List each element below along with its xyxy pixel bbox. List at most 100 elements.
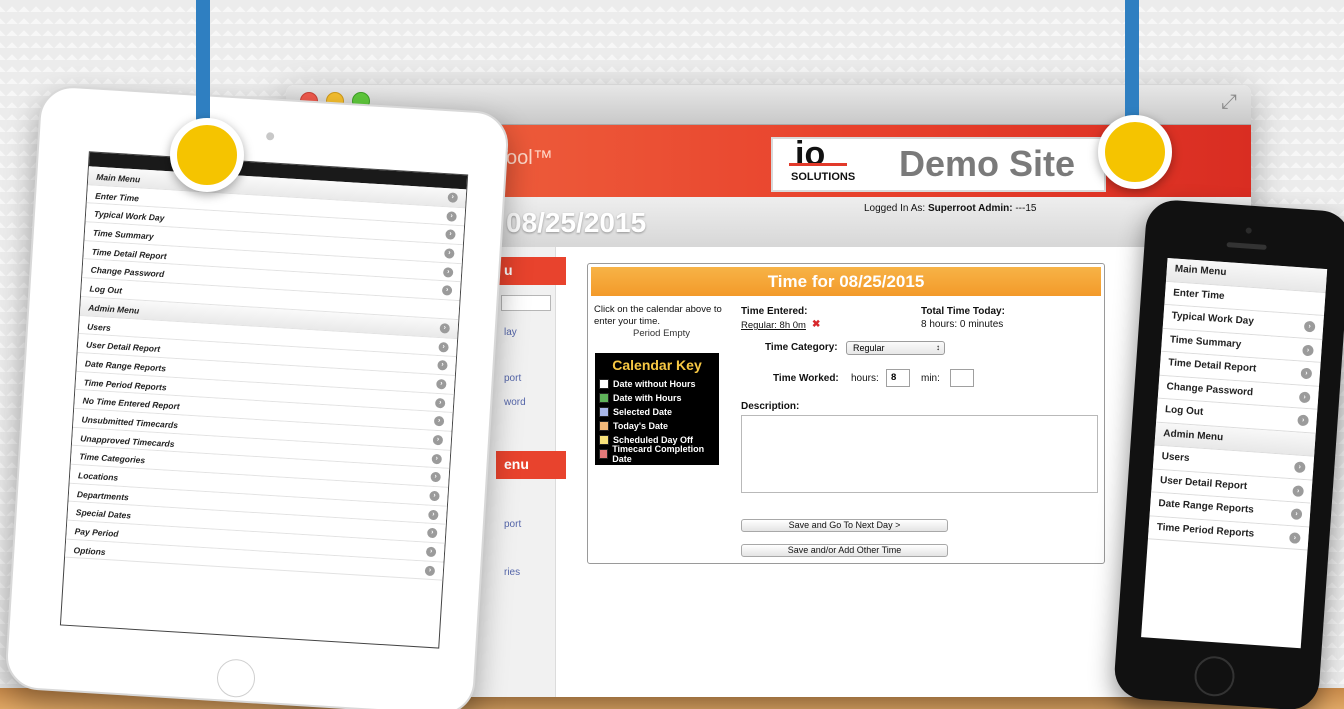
hours-input[interactable]: 8 (886, 369, 910, 387)
calendar-key-title: Calendar Key (612, 357, 702, 373)
date-heading: 08/25/2015 (506, 207, 647, 238)
menu-item-label: Main Menu (96, 171, 141, 185)
chevron-right-icon: › (429, 490, 440, 502)
menu-item-label: Log Out (89, 283, 123, 296)
time-entry-panel: Time for 08/25/2015 Click on the calenda… (587, 263, 1105, 564)
chevron-right-icon: › (1300, 367, 1313, 380)
sidebar-admin-menu-header[interactable]: enu (496, 451, 566, 479)
sidebar-link[interactable]: lay (504, 327, 517, 338)
phone-speaker (1226, 242, 1267, 250)
logged-in-user: Superroot Admin: (927, 203, 1013, 214)
callout-dot-left (170, 118, 244, 192)
menu-item-label: Change Password (90, 265, 165, 280)
time-entry-link[interactable]: Regular: 8h 0m (741, 320, 806, 331)
chevron-right-icon: › (428, 509, 439, 520)
menu-item-label: Date Range Reports (84, 358, 167, 374)
logo-mark: io (795, 135, 826, 173)
menu-item-label: User Detail Report (85, 339, 161, 355)
chevron-right-icon: › (1302, 344, 1314, 356)
chevron-right-icon: › (431, 453, 443, 465)
chevron-right-icon: › (447, 192, 459, 203)
logo-wordmark: SOLUTIONS (791, 171, 856, 183)
key-label: Selected Date (613, 407, 673, 417)
phone-menu-list: Main Menu Enter Time Typical Work Day › Time… (1141, 257, 1328, 649)
menu-item-label: Time Categories (78, 451, 146, 466)
chevron-right-icon: › (1289, 531, 1301, 544)
chevron-right-icon: › (1303, 320, 1316, 333)
chevron-right-icon: › (446, 210, 457, 222)
chevron-right-icon: › (439, 322, 451, 334)
total-time-value: 8 hours: 0 minutes (921, 319, 1004, 330)
sidebar-link[interactable]: port (504, 373, 521, 384)
calendar-key-item: Date without Hours (599, 377, 715, 391)
tablet-home-button[interactable] (215, 658, 257, 699)
sidebar-link[interactable]: port (504, 519, 521, 530)
chevron-right-icon: › (438, 341, 449, 353)
sidebar-link[interactable]: ries (504, 567, 520, 578)
chevron-right-icon: › (432, 434, 444, 446)
tablet-camera (265, 132, 275, 141)
save-add-time-button[interactable]: Save and/or Add Other Time (741, 544, 948, 557)
minutes-input[interactable] (950, 369, 974, 387)
chevron-right-icon: › (426, 528, 438, 539)
menu-item-label: User Detail Report (1159, 474, 1248, 492)
site-logo-box: io SOLUTIONS Demo Site (771, 135, 1106, 192)
remove-entry-icon[interactable]: ✖ (812, 319, 820, 330)
tablet-device: Main Menu › Enter Time › Typical Work Day › Ti… (3, 84, 511, 709)
chevron-right-icon: › (424, 565, 436, 576)
menu-item-label: No Time Entered Report (82, 395, 180, 412)
callout-line-right (1125, 0, 1139, 126)
chevron-right-icon: › (437, 360, 448, 371)
chevron-right-icon: › (1290, 508, 1303, 520)
chevron-right-icon: › (1293, 461, 1306, 474)
tablet-screen: Main Menu › Enter Time › Typical Work Day › Ti… (59, 151, 469, 649)
menu-item-label: Time Period Reports (1156, 521, 1255, 540)
logged-in-suffix: ---15 (1012, 203, 1037, 214)
chevron-right-icon: › (1298, 391, 1311, 403)
chevron-right-icon: › (442, 266, 454, 278)
menu-item-label: Time Summary (92, 227, 154, 242)
chevron-right-icon: › (434, 397, 446, 409)
menu-item-label: Special Dates (75, 507, 132, 521)
description-label: Description: (741, 401, 800, 412)
menu-item-label: Admin Menu (88, 302, 140, 316)
chevron-right-icon: › (445, 229, 456, 241)
key-swatch (599, 421, 609, 431)
sidebar-main-menu-header[interactable]: u (496, 257, 566, 285)
key-swatch (599, 393, 609, 403)
phone-home-button[interactable] (1193, 654, 1236, 698)
time-worked-label: Time Worked: (773, 373, 839, 384)
key-label: Today's Date (613, 421, 668, 431)
time-category-value: Regular (853, 343, 885, 353)
description-textarea[interactable] (741, 415, 1098, 493)
calendar-key-item: Timecard Completion Date (599, 444, 715, 464)
menu-item-label: Typical Work Day (93, 209, 165, 224)
menu-item-label: Enter Time (94, 190, 140, 204)
menu-item-label: Locations (77, 470, 119, 483)
chevron-right-icon: › (1292, 484, 1305, 497)
save-next-day-button[interactable]: Save and Go To Next Day > (741, 519, 948, 532)
calendar-instruction: Click on the calendar above to enter you… (594, 304, 722, 327)
key-swatch (599, 407, 609, 417)
select-arrow-icon: ↕ (936, 343, 940, 352)
calendar-key-item: Today's Date (599, 419, 715, 433)
min-label: min: (921, 373, 940, 384)
logged-in-prefix: Logged In As: (864, 203, 926, 214)
menu-item-label: Users (1161, 451, 1190, 464)
menu-item-label: Unapproved Timecards (80, 432, 175, 449)
calendar-key-item: Date with Hours (599, 391, 715, 405)
menu-item-label: Main Menu (1174, 263, 1227, 279)
sidebar-selected-item[interactable] (501, 295, 551, 311)
callout-dot-right (1098, 115, 1172, 189)
fullscreen-icon[interactable]: ⤢ (1221, 91, 1237, 114)
menu-item-label: Options (73, 544, 106, 557)
chevron-right-icon: › (444, 248, 455, 259)
sidebar-link[interactable]: word (504, 397, 526, 408)
key-label: Date without Hours (613, 379, 696, 389)
time-category-label: Time Category: (765, 342, 838, 353)
panel-title: Time for 08/25/2015 (591, 267, 1101, 296)
chevron-right-icon: › (436, 378, 447, 390)
time-category-select[interactable]: Regular ↕ (846, 341, 945, 355)
menu-item-label: Time Period Reports (83, 376, 167, 393)
time-entered-label: Time Entered: (741, 306, 808, 317)
